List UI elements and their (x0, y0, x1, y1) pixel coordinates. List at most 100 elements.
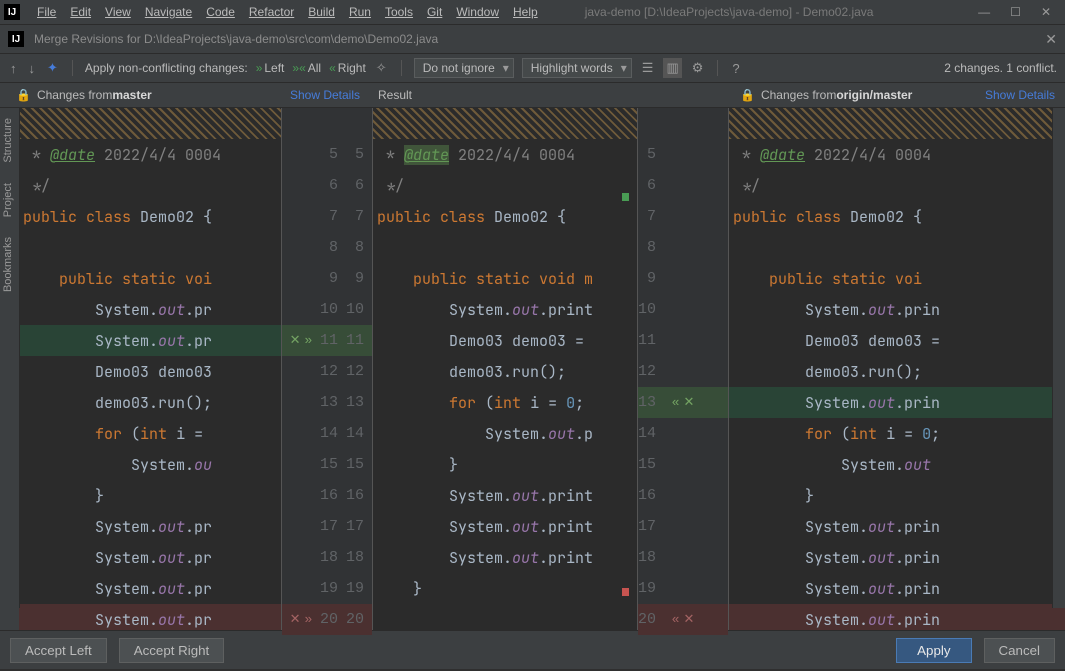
apply-left-button[interactable]: »Left (256, 61, 285, 75)
code-line[interactable]: */ (729, 170, 1065, 201)
code-line[interactable]: public class Demo02 { (729, 201, 1065, 232)
prev-change-icon[interactable]: ↑ (8, 61, 19, 76)
code-line[interactable]: public class Demo02 { (373, 201, 637, 232)
code-line[interactable] (373, 108, 637, 139)
right-pane[interactable]: * @date 2022/4/4 0004 */public class Dem… (729, 108, 1065, 630)
left-pane[interactable]: * @date 2022/4/4 0004 */public class Dem… (19, 108, 281, 630)
code-line[interactable] (729, 108, 1065, 139)
ignore-mode-select[interactable]: Do not ignore (414, 58, 514, 78)
code-line[interactable]: System.out.print (373, 511, 637, 542)
minimize-icon[interactable]: ― (978, 5, 990, 19)
code-line[interactable]: Demo03 demo03 = (729, 325, 1065, 356)
menu-edit[interactable]: Edit (63, 5, 98, 19)
code-line[interactable]: } (373, 449, 637, 480)
code-line[interactable]: } (729, 480, 1065, 511)
menu-view[interactable]: View (98, 5, 138, 19)
menu-file[interactable]: File (30, 5, 63, 19)
code-line[interactable]: System.out.print (373, 480, 637, 511)
code-line[interactable]: System.out (729, 449, 1065, 480)
menu-build[interactable]: Build (301, 5, 342, 19)
code-line[interactable]: } (19, 480, 281, 511)
code-line[interactable] (373, 604, 637, 630)
code-line[interactable]: for (int i = 0; (373, 387, 637, 418)
marker-green-icon[interactable] (622, 193, 629, 201)
sync-scroll-icon[interactable]: ▥ (663, 58, 681, 78)
close-icon[interactable]: ✕ (1041, 5, 1051, 19)
sidebar-structure[interactable]: Structure (0, 108, 16, 173)
code-line[interactable] (373, 232, 637, 263)
settings-layout-icon[interactable]: ☰ (640, 60, 656, 76)
code-line[interactable]: System.out.print (373, 542, 637, 573)
accept-icon[interactable]: » (305, 612, 313, 627)
help-icon[interactable]: ? (730, 61, 741, 76)
code-line[interactable]: */ (19, 170, 281, 201)
menu-refactor[interactable]: Refactor (242, 5, 301, 19)
code-line[interactable]: System.out.pr (19, 325, 281, 356)
gear-icon[interactable]: ⚙ (690, 60, 706, 76)
code-line[interactable]: public class Demo02 { (19, 201, 281, 232)
code-line[interactable]: System.ou (19, 449, 281, 480)
marker-red-icon[interactable] (622, 588, 629, 596)
sidebar-bookmarks[interactable]: Bookmarks (0, 227, 16, 302)
code-line[interactable]: System.out.prin (729, 573, 1065, 604)
reject-icon[interactable]: ✕ (683, 395, 694, 410)
cancel-button[interactable]: Cancel (984, 638, 1056, 663)
reject-icon[interactable]: ✕ (290, 612, 301, 627)
menu-tools[interactable]: Tools (378, 5, 420, 19)
reject-icon[interactable]: ✕ (290, 333, 301, 348)
code-line[interactable]: for (int i = (19, 418, 281, 449)
code-line[interactable] (729, 232, 1065, 263)
code-line[interactable]: System.out.prin (729, 542, 1065, 573)
accept-right-button[interactable]: Accept Right (119, 638, 225, 663)
reject-icon[interactable]: ✕ (683, 612, 694, 627)
code-line[interactable]: */ (373, 170, 637, 201)
code-line[interactable]: demo03.run(); (729, 356, 1065, 387)
code-line[interactable]: System.out.prin (729, 604, 1065, 630)
accept-icon[interactable]: « (672, 395, 680, 410)
code-line[interactable]: System.out.pr (19, 604, 281, 630)
code-line[interactable]: System.out.pr (19, 542, 281, 573)
next-change-icon[interactable]: ↓ (27, 61, 38, 76)
accept-icon[interactable]: » (305, 333, 313, 348)
code-line[interactable]: System.out.print (373, 294, 637, 325)
code-line[interactable]: public static void m (373, 263, 637, 294)
magic-resolve-icon[interactable]: ✦ (45, 60, 60, 76)
show-details-left-link[interactable]: Show Details (290, 88, 360, 102)
menu-help[interactable]: Help (506, 5, 545, 19)
maximize-icon[interactable]: ☐ (1010, 5, 1021, 19)
menu-navigate[interactable]: Navigate (138, 5, 199, 19)
menu-window[interactable]: Window (449, 5, 506, 19)
code-line[interactable]: System.out.p (373, 418, 637, 449)
code-line[interactable]: * @date 2022/4/4 0004 (373, 139, 637, 170)
accept-left-button[interactable]: Accept Left (10, 638, 107, 663)
close-merge-icon[interactable]: ✕ (1045, 31, 1057, 48)
code-line[interactable]: } (373, 573, 637, 604)
menu-code[interactable]: Code (199, 5, 242, 19)
menu-run[interactable]: Run (342, 5, 378, 19)
code-line[interactable] (19, 232, 281, 263)
code-line[interactable]: demo03.run(); (19, 387, 281, 418)
code-line[interactable] (19, 108, 281, 139)
code-line[interactable]: System.out.prin (729, 511, 1065, 542)
center-pane[interactable]: * @date 2022/4/4 0004 */public class Dem… (373, 108, 637, 630)
code-line[interactable]: System.out.prin (729, 294, 1065, 325)
apply-button[interactable]: Apply (896, 638, 971, 663)
show-details-right-link[interactable]: Show Details (985, 88, 1055, 102)
menu-git[interactable]: Git (420, 5, 449, 19)
sidebar-project[interactable]: Project (0, 173, 16, 227)
code-line[interactable]: public static voi (729, 263, 1065, 294)
code-line[interactable]: public static voi (19, 263, 281, 294)
apply-right-button[interactable]: «Right (329, 61, 366, 75)
wand-icon[interactable]: ✧ (374, 60, 389, 76)
apply-all-button[interactable]: »«All (292, 61, 321, 75)
code-line[interactable]: * @date 2022/4/4 0004 (729, 139, 1065, 170)
code-line[interactable]: System.out.pr (19, 573, 281, 604)
code-line[interactable]: System.out.prin (729, 387, 1065, 418)
code-line[interactable]: System.out.pr (19, 294, 281, 325)
accept-icon[interactable]: « (672, 612, 680, 627)
code-line[interactable]: for (int i = 0; (729, 418, 1065, 449)
highlight-mode-select[interactable]: Highlight words (522, 58, 632, 78)
code-line[interactable]: demo03.run(); (373, 356, 637, 387)
code-line[interactable]: * @date 2022/4/4 0004 (19, 139, 281, 170)
code-line[interactable]: Demo03 demo03 (19, 356, 281, 387)
